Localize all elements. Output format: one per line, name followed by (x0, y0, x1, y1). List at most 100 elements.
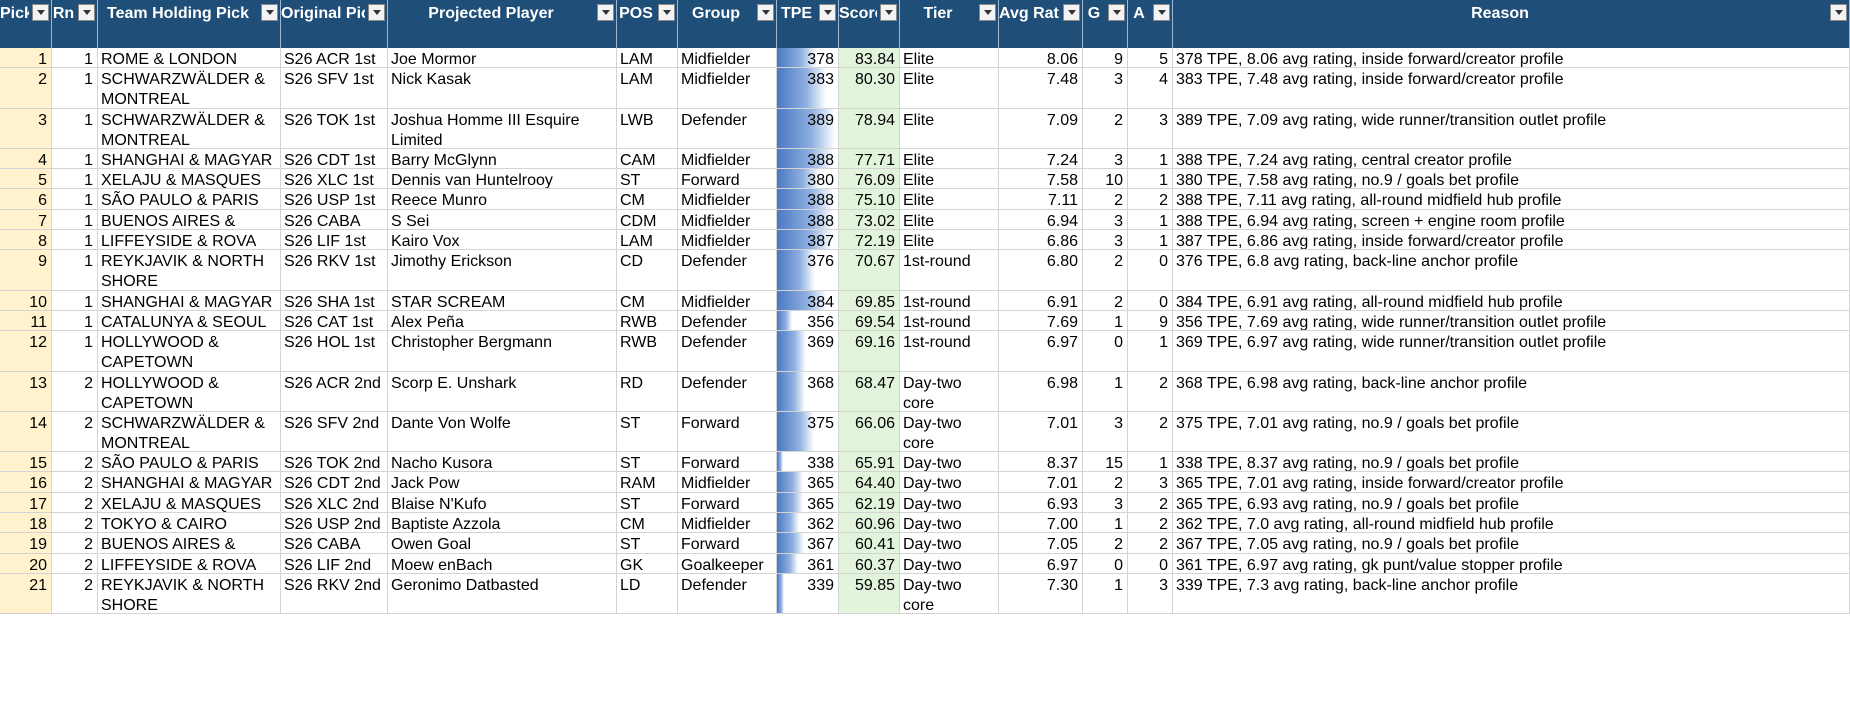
cell-rnd[interactable]: 1 (52, 209, 98, 230)
filter-dropdown-icon[interactable] (1063, 4, 1080, 21)
cell-g[interactable]: 1 (1083, 513, 1128, 533)
cell-reason[interactable]: 388 TPE, 7.24 avg rating, central creato… (1173, 148, 1850, 169)
cell-tier[interactable]: Elite (900, 68, 999, 108)
cell-team[interactable]: SCHWARZWÄLDER & MONTREAL (98, 108, 281, 148)
cell-a[interactable]: 2 (1128, 189, 1173, 209)
cell-pos[interactable]: LD (617, 573, 678, 614)
cell-tpe[interactable]: 362 (777, 513, 839, 533)
cell-pos[interactable]: RWB (617, 331, 678, 371)
cell-score[interactable]: 60.96 (839, 513, 900, 533)
cell-tpe[interactable]: 376 (777, 250, 839, 290)
cell-avg[interactable]: 7.58 (999, 169, 1083, 189)
column-header-orig[interactable]: Original Pick (281, 0, 388, 27)
cell-tier[interactable]: 1st-round (900, 310, 999, 331)
cell-g[interactable]: 2 (1083, 189, 1128, 209)
cell-rnd[interactable]: 2 (52, 513, 98, 533)
cell-team[interactable]: LIFFEYSIDE & ROVA (98, 553, 281, 573)
cell-avg[interactable]: 8.06 (999, 48, 1083, 68)
cell-rnd[interactable]: 2 (52, 553, 98, 573)
cell-avg[interactable]: 6.97 (999, 553, 1083, 573)
column-header-score[interactable]: Score (839, 0, 900, 27)
cell-tier[interactable]: Day-two core (900, 533, 999, 553)
cell-pos[interactable]: CM (617, 513, 678, 533)
cell-reason[interactable]: 389 TPE, 7.09 avg rating, wide runner/tr… (1173, 108, 1850, 148)
cell-score[interactable]: 69.16 (839, 331, 900, 371)
cell-group[interactable]: Midfielder (678, 513, 777, 533)
cell-a[interactable]: 2 (1128, 513, 1173, 533)
cell-team[interactable]: REYKJAVIK & NORTH SHORE (98, 573, 281, 614)
cell-g[interactable]: 3 (1083, 492, 1128, 513)
cell-tpe[interactable]: 389 (777, 108, 839, 148)
cell-score[interactable]: 65.91 (839, 452, 900, 472)
cell-pick[interactable]: 10 (0, 290, 52, 310)
cell-avg[interactable]: 7.01 (999, 472, 1083, 492)
cell-tier[interactable]: Elite (900, 148, 999, 169)
cell-pick[interactable]: 16 (0, 472, 52, 492)
cell-group[interactable]: Midfielder (678, 48, 777, 68)
cell-group[interactable]: Midfielder (678, 148, 777, 169)
cell-reason[interactable]: 338 TPE, 8.37 avg rating, no.9 / goals b… (1173, 452, 1850, 472)
cell-pos[interactable]: ST (617, 169, 678, 189)
cell-orig[interactable]: S26 CDT 1st (281, 148, 388, 169)
cell-avg[interactable]: 6.98 (999, 371, 1083, 411)
column-header-reason[interactable]: Reason (1173, 0, 1850, 27)
cell-pick[interactable]: 14 (0, 411, 52, 452)
cell-orig[interactable]: S26 SHA 1st (281, 290, 388, 310)
cell-reason[interactable]: 368 TPE, 6.98 avg rating, back-line anch… (1173, 371, 1850, 411)
cell-team[interactable]: CATALUNYA & SEOUL (98, 310, 281, 331)
cell-g[interactable]: 2 (1083, 108, 1128, 148)
column-header-pick[interactable]: Pick (0, 0, 52, 27)
cell-a[interactable]: 5 (1128, 48, 1173, 68)
cell-player[interactable]: Nick Kasak (388, 68, 617, 108)
cell-team[interactable]: TOKYO & CAIRO (98, 513, 281, 533)
cell-pick[interactable]: 15 (0, 452, 52, 472)
cell-avg[interactable]: 7.01 (999, 411, 1083, 452)
cell-team[interactable]: SHANGHAI & MAGYAR (98, 148, 281, 169)
cell-score[interactable]: 60.41 (839, 533, 900, 553)
cell-player[interactable]: Nacho Kusora (388, 452, 617, 472)
cell-score[interactable]: 77.71 (839, 148, 900, 169)
cell-avg[interactable]: 7.11 (999, 189, 1083, 209)
cell-group[interactable]: Defender (678, 250, 777, 290)
cell-orig[interactable]: S26 CABA 2nd (281, 533, 388, 553)
cell-tier[interactable]: 1st-round (900, 290, 999, 310)
column-header-pos[interactable]: POS (617, 0, 678, 27)
cell-g[interactable]: 2 (1083, 290, 1128, 310)
filter-dropdown-icon[interactable] (32, 4, 49, 21)
cell-player[interactable]: STAR SCREAM (388, 290, 617, 310)
cell-tier[interactable]: Day-two core (900, 411, 999, 452)
cell-team[interactable]: SHANGHAI & MAGYAR (98, 290, 281, 310)
cell-avg[interactable]: 6.93 (999, 492, 1083, 513)
cell-a[interactable]: 2 (1128, 371, 1173, 411)
cell-orig[interactable]: S26 USP 2nd (281, 513, 388, 533)
cell-rnd[interactable]: 1 (52, 250, 98, 290)
cell-team[interactable]: SCHWARZWÄLDER & MONTREAL (98, 68, 281, 108)
cell-avg[interactable]: 7.30 (999, 573, 1083, 614)
filter-dropdown-icon[interactable] (78, 4, 95, 21)
column-header-rnd[interactable]: Rn (52, 0, 98, 27)
cell-orig[interactable]: S26 RKV 1st (281, 250, 388, 290)
cell-pick[interactable]: 3 (0, 108, 52, 148)
cell-rnd[interactable]: 1 (52, 148, 98, 169)
cell-player[interactable]: Joe Mormor (388, 48, 617, 68)
cell-team[interactable]: BUENOS AIRES & ATHENAI (98, 209, 281, 230)
cell-pick[interactable]: 4 (0, 148, 52, 169)
cell-reason[interactable]: 378 TPE, 8.06 avg rating, inside forward… (1173, 48, 1850, 68)
column-header-team[interactable]: Team Holding Pick (98, 0, 281, 27)
cell-pick[interactable]: 18 (0, 513, 52, 533)
cell-pos[interactable]: LWB (617, 108, 678, 148)
cell-rnd[interactable]: 1 (52, 48, 98, 68)
cell-tier[interactable]: Elite (900, 230, 999, 250)
cell-team[interactable]: ROME & LONDON (98, 48, 281, 68)
cell-group[interactable]: Forward (678, 169, 777, 189)
cell-player[interactable]: Moew enBach (388, 553, 617, 573)
cell-score[interactable]: 64.40 (839, 472, 900, 492)
cell-tier[interactable]: Day-two core (900, 452, 999, 472)
cell-group[interactable]: Goalkeeper (678, 553, 777, 573)
cell-tpe[interactable]: 380 (777, 169, 839, 189)
cell-score[interactable]: 78.94 (839, 108, 900, 148)
cell-pos[interactable]: CDM (617, 209, 678, 230)
cell-g[interactable]: 2 (1083, 250, 1128, 290)
cell-score[interactable]: 75.10 (839, 189, 900, 209)
cell-team[interactable]: XELAJU & MASQUES (98, 492, 281, 513)
